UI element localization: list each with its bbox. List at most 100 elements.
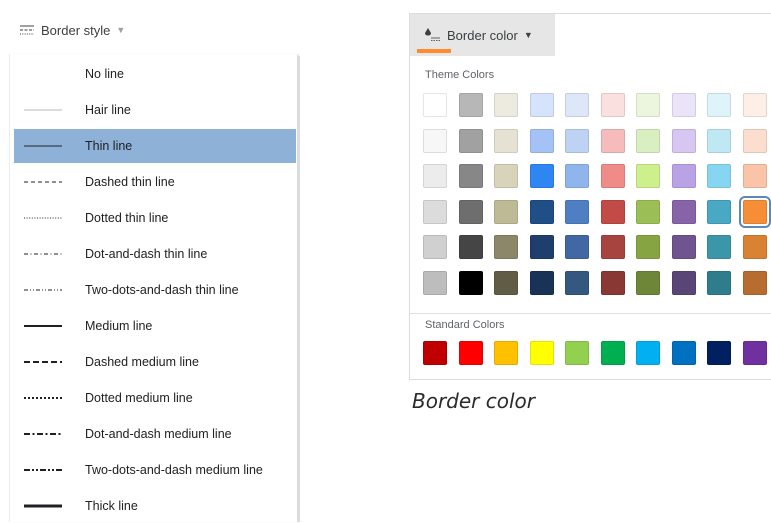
theme-color-swatch[interactable] [494,164,518,188]
line-sample [24,249,62,259]
theme-color-swatch[interactable] [529,199,554,224]
border-style-label: Border style [41,22,111,38]
border-style-button[interactable]: Border style ▼ [8,12,138,48]
theme-color-swatch[interactable] [494,93,518,117]
theme-color-swatch[interactable] [494,270,518,295]
theme-color-swatch[interactable] [423,199,447,224]
theme-color-swatch[interactable] [458,164,483,188]
theme-color-swatch[interactable] [600,164,625,188]
theme-color-swatch[interactable] [671,199,696,224]
theme-color-swatch[interactable] [742,93,767,117]
standard-color-swatch[interactable] [600,341,625,365]
theme-color-swatch[interactable] [529,93,554,117]
border-style-option-dotted-medium[interactable]: Dotted medium line [14,381,296,415]
theme-color-swatch[interactable] [742,128,767,153]
standard-color-swatch[interactable] [458,341,483,365]
border-style-option-hair[interactable]: Hair line [14,93,296,127]
border-style-option-dashed-medium[interactable]: Dashed medium line [14,345,296,379]
border-color-button[interactable]: Border color ▼ [410,14,555,56]
theme-color-swatch[interactable] [707,128,731,153]
option-label: Dotted thin line [85,211,169,225]
theme-color-swatch[interactable] [423,235,447,259]
theme-color-swatch[interactable] [742,164,767,188]
theme-color-swatch[interactable] [458,93,483,117]
standard-color-swatch[interactable] [529,341,554,365]
border-style-option-dotted-thin[interactable]: Dotted thin line [14,201,296,235]
theme-color-swatch[interactable] [636,235,660,259]
border-style-option-dotdash-thin[interactable]: Dot-and-dash thin line [14,237,296,271]
line-sample [24,213,62,223]
theme-color-swatch[interactable] [738,195,771,228]
theme-color-swatch[interactable] [423,93,447,117]
border-style-option-twodots-medium[interactable]: Two-dots-and-dash medium line [14,453,296,487]
border-color-panel: Border color ▼ Theme Colors Standard Col… [409,13,771,380]
theme-color-swatch[interactable] [636,93,660,117]
theme-color-swatch[interactable] [529,270,554,295]
standard-color-swatch[interactable] [565,341,589,365]
theme-color-swatch[interactable] [494,199,518,224]
theme-color-swatch[interactable] [600,93,625,117]
theme-color-swatch[interactable] [600,128,625,153]
line-sample [24,357,62,367]
theme-color-swatch[interactable] [707,235,731,259]
theme-color-swatch[interactable] [458,128,483,153]
theme-color-swatch[interactable] [671,93,696,117]
border-style-option-dotdash-medium[interactable]: Dot-and-dash medium line [14,417,296,451]
border-style-option-dashed-thin[interactable]: Dashed thin line [14,165,296,199]
theme-color-swatch[interactable] [671,235,696,259]
theme-color-swatch[interactable] [565,235,589,259]
theme-color-swatch[interactable] [458,199,483,224]
standard-color-swatch[interactable] [671,341,696,365]
theme-color-swatch[interactable] [458,270,483,295]
chevron-down-icon: ▼ [116,25,126,35]
theme-color-swatch[interactable] [636,164,660,188]
line-sample [24,429,62,439]
theme-color-swatch[interactable] [565,270,589,295]
theme-color-swatch[interactable] [636,199,660,224]
option-label: Two-dots-and-dash thin line [85,283,239,297]
theme-color-swatch[interactable] [565,93,589,117]
theme-color-swatch[interactable] [423,164,447,188]
border-style-option-medium[interactable]: Medium line [14,309,296,343]
theme-color-swatch[interactable] [423,128,447,153]
theme-color-swatch[interactable] [565,128,589,153]
border-style-menu: No line Hair line Thin line Dashed thin lin… [9,54,297,522]
border-style-option-thick[interactable]: Thick line [14,489,296,523]
theme-color-swatch[interactable] [636,128,660,153]
theme-color-swatch[interactable] [742,235,767,259]
theme-color-swatch[interactable] [494,235,518,259]
standard-color-swatch[interactable] [742,341,767,365]
theme-color-swatch[interactable] [529,164,554,188]
theme-color-swatch[interactable] [636,270,660,295]
theme-color-swatch[interactable] [707,164,731,188]
theme-color-swatch[interactable] [707,270,731,295]
theme-color-swatch[interactable] [600,270,625,295]
theme-color-swatch[interactable] [707,199,731,224]
theme-color-swatch[interactable] [600,235,625,259]
theme-color-swatch[interactable] [458,235,483,259]
theme-color-swatch[interactable] [671,164,696,188]
theme-color-swatch[interactable] [565,199,589,224]
border-style-option-none[interactable]: No line [14,57,296,91]
border-style-option-thin[interactable]: Thin line [14,129,296,163]
theme-color-swatch[interactable] [565,164,589,188]
theme-color-swatch[interactable] [707,93,731,117]
scrollbar[interactable] [297,56,300,522]
line-sample [24,321,62,331]
theme-color-swatch[interactable] [742,270,767,295]
standard-color-swatch[interactable] [636,341,660,365]
theme-color-swatch[interactable] [671,128,696,153]
standard-color-swatch[interactable] [707,341,731,365]
theme-color-swatch[interactable] [671,270,696,295]
theme-color-swatch[interactable] [423,270,447,295]
theme-color-swatch[interactable] [529,128,554,153]
option-label: Thick line [85,499,138,513]
border-style-option-twodots-thin[interactable]: Two-dots-and-dash thin line [14,273,296,307]
theme-color-swatch[interactable] [600,199,625,224]
figure-caption: Border color [412,389,536,413]
option-label: Two-dots-and-dash medium line [85,463,263,477]
standard-color-swatch[interactable] [494,341,518,365]
standard-color-swatch[interactable] [423,341,447,365]
theme-color-swatch[interactable] [494,128,518,153]
theme-color-swatch[interactable] [529,235,554,259]
